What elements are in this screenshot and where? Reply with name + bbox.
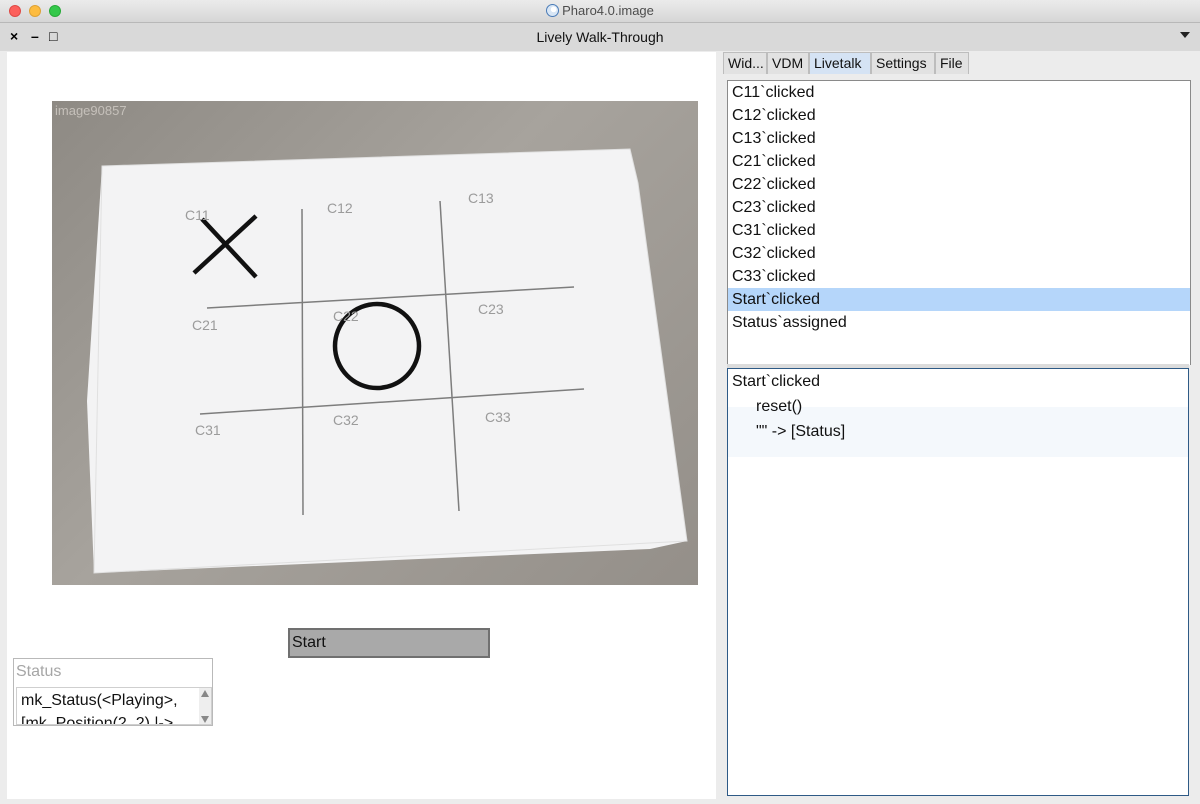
tab-vdm[interactable]: VDM	[767, 52, 809, 74]
list-item[interactable]: C21`clicked	[728, 150, 1190, 173]
image-caption: image90857	[55, 103, 127, 118]
cell-label-c33[interactable]: C33	[485, 409, 511, 425]
list-item[interactable]: C31`clicked	[728, 219, 1190, 242]
status-value-field[interactable]: mk_Status(<Playing>, [mk_Position(2, 2) …	[16, 687, 212, 725]
os-window-title-text: Pharo4.0.image	[562, 3, 654, 18]
pharo-app-icon	[546, 4, 560, 17]
status-label: Status	[16, 663, 62, 680]
list-item[interactable]: C32`clicked	[728, 242, 1190, 265]
status-scrollbar[interactable]	[199, 688, 211, 724]
board-drawing	[87, 148, 688, 574]
inspector-pane: Wid... VDM Livetalk Settings File C11`cl…	[719, 52, 1200, 804]
list-item[interactable]: C23`clicked	[728, 196, 1190, 219]
cell-label-c23[interactable]: C23	[478, 301, 504, 317]
status-value-line: [mk_Position(2, 2) |->	[21, 715, 174, 725]
start-button[interactable]: Start	[288, 628, 490, 658]
os-title-bar: Pharo4.0.image	[0, 0, 1200, 23]
window-menu-icon[interactable]	[1180, 32, 1190, 38]
code-line: "" -> [Status]	[756, 423, 846, 440]
tic-tac-toe-board-image[interactable]: image90857 C11 C12 C13 C21 C22 C23 C31 C…	[52, 101, 698, 585]
cell-label-c22[interactable]: C22	[333, 308, 359, 324]
scroll-up-icon[interactable]	[201, 690, 209, 697]
code-header: Start`clicked	[732, 373, 821, 390]
paper-sheet	[87, 149, 687, 573]
cell-label-c32[interactable]: C32	[333, 412, 359, 428]
tab-settings[interactable]: Settings	[871, 52, 935, 74]
cell-label-c21[interactable]: C21	[192, 317, 218, 333]
status-panel: Status mk_Status(<Playing>, [mk_Position…	[13, 658, 213, 726]
window-title: Lively Walk-Through	[536, 29, 664, 45]
list-item-selected[interactable]: Start`clicked	[728, 288, 1190, 311]
list-item[interactable]: Status`assigned	[728, 311, 1190, 334]
list-item[interactable]: C33`clicked	[728, 265, 1190, 288]
code-line: reset()	[756, 398, 803, 415]
cell-label-c11[interactable]: C11	[185, 207, 210, 223]
tab-file[interactable]: File	[935, 52, 969, 74]
list-item[interactable]: C12`clicked	[728, 104, 1190, 127]
window-header: × – □ Lively Walk-Through	[0, 23, 1200, 51]
status-value-line: mk_Status(<Playing>,	[21, 692, 178, 709]
ui-preview-pane: image90857 C11 C12 C13 C21 C22 C23 C31 C…	[7, 52, 716, 799]
grid-line	[301, 208, 304, 516]
code-editor[interactable]: Start`clicked reset() "" -> [Status]	[727, 368, 1189, 796]
cell-label-c31[interactable]: C31	[195, 422, 221, 438]
event-list[interactable]: C11`clicked C12`clicked C13`clicked C21`…	[727, 80, 1191, 365]
cell-label-c12[interactable]: C12	[327, 200, 353, 216]
os-window-title: Pharo4.0.image	[0, 3, 1200, 18]
scroll-down-icon[interactable]	[201, 716, 209, 723]
cell-label-c13[interactable]: C13	[468, 190, 494, 206]
list-item[interactable]: C11`clicked	[728, 81, 1190, 104]
list-item[interactable]: C13`clicked	[728, 127, 1190, 150]
tab-widgets[interactable]: Wid...	[723, 52, 767, 74]
tab-livetalk[interactable]: Livetalk	[809, 52, 871, 74]
list-item[interactable]: C22`clicked	[728, 173, 1190, 196]
